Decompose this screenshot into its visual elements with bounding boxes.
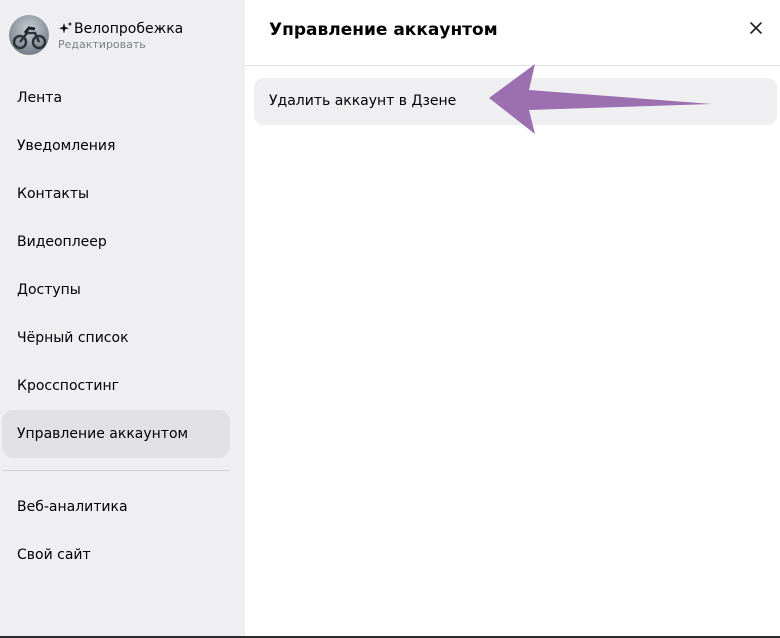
profile-name[interactable]: Велопробежка bbox=[74, 20, 183, 38]
sparkle-icon bbox=[58, 21, 73, 36]
sidebar-divider bbox=[2, 470, 230, 471]
motorcycle-icon bbox=[12, 26, 47, 50]
annotation-arrow-icon bbox=[489, 64, 712, 134]
sidebar-item-account-management[interactable]: Управление аккаунтом bbox=[2, 410, 230, 458]
sidebar-item-crossposting[interactable]: Кросспостинг bbox=[2, 362, 230, 410]
sidebar-item-feed[interactable]: Лента bbox=[2, 74, 230, 122]
profile-edit-link[interactable]: Редактировать bbox=[58, 38, 183, 51]
avatar[interactable] bbox=[9, 15, 49, 55]
sidebar-item-contacts[interactable]: Контакты bbox=[2, 170, 230, 218]
page-title: Управление аккаунтом bbox=[269, 20, 498, 40]
sidebar: Велопробежка Редактировать Лента Уведомл… bbox=[0, 0, 245, 636]
sidebar-item-access[interactable]: Доступы bbox=[2, 266, 230, 314]
sidebar-item-video-player[interactable]: Видеоплеер bbox=[2, 218, 230, 266]
sidebar-nav: Лента Уведомления Контакты Видеоплеер До… bbox=[2, 74, 230, 579]
sidebar-item-own-site[interactable]: Свой сайт bbox=[2, 531, 230, 579]
close-icon[interactable] bbox=[750, 22, 762, 34]
sidebar-item-web-analytics[interactable]: Веб-аналитика bbox=[2, 483, 230, 531]
close-button[interactable] bbox=[746, 18, 766, 38]
sidebar-item-blacklist[interactable]: Чёрный список bbox=[2, 314, 230, 362]
profile-block[interactable]: Велопробежка Редактировать bbox=[9, 15, 183, 55]
sidebar-item-notifications[interactable]: Уведомления bbox=[2, 122, 230, 170]
delete-account-label: Удалить аккаунт в Дзене bbox=[269, 93, 457, 109]
